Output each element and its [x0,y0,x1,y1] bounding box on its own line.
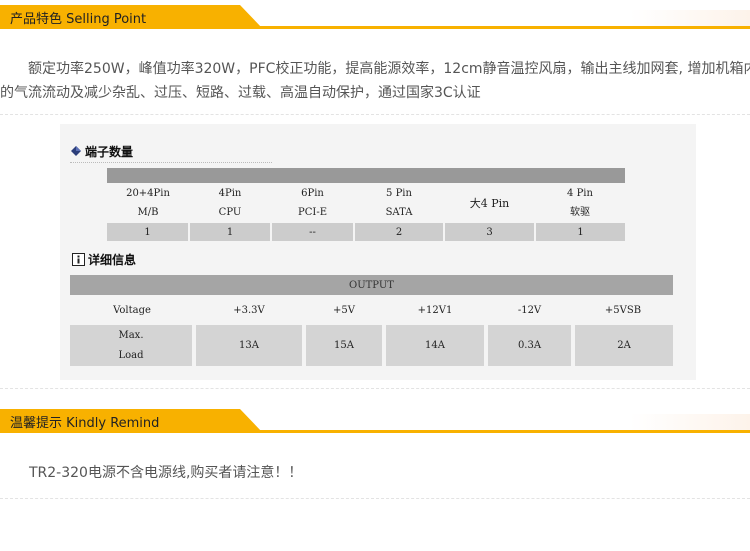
load-label: Max. Load [70,325,194,366]
connector-header: 5 Pin SATA [354,183,444,223]
load-value: 2A [571,325,673,366]
connectors-table: 20+4Pin M/B 4Pin CPU 6Pin PCI-E 5 Pin SATA 大… [107,168,625,241]
connector-header: 6Pin PCI-E [271,183,354,223]
section-title: 产品特色 Selling Point [10,12,147,27]
connector-count: 1 [107,223,189,241]
connector-header: 大4 Pin [444,183,535,223]
load-value: 13A [192,325,304,366]
divider [0,388,750,389]
connectors-title: 端子数量 [85,145,134,159]
voltage-value: -12V [486,295,573,325]
description-line-2: 的气流流动及减少杂乱、过压、短路、过载、高温自动保护，通过国家3C认证 [0,85,481,101]
connector-count: -- [270,223,354,241]
load-value: 0.3A [484,325,573,366]
info-icon [72,252,85,269]
connector-header: 20+4Pin M/B [107,183,189,223]
connector-count: 2 [353,223,444,241]
load-value: 15A [302,325,384,366]
output-table: OUTPUT Voltage +3.3V +5V +12V1 -12V +5VS… [70,275,673,366]
heading-underline [70,162,272,163]
load-value: 14A [382,325,486,366]
connector-header: 4Pin CPU [189,183,271,223]
description-line-1: 额定功率250W，峰值功率320W，PFC校正功能，提高能源效率，12cm静音温… [28,61,750,77]
voltage-value: +5V [304,295,384,325]
connector-count: 3 [443,223,535,241]
voltage-value: +3.3V [194,295,304,325]
section-header-selling-point: 产品特色 Selling Point [0,0,750,30]
connector-header: 4 Pin 软驱 [535,183,625,223]
divider [0,498,750,499]
table-bar [107,168,625,183]
details-title: 详细信息 [88,253,137,267]
voltage-value: +5VSB [573,295,673,325]
diamond-icon [70,145,82,160]
divider [0,114,750,115]
connector-count: 1 [188,223,271,241]
connector-count: 1 [534,223,625,241]
voltage-value: +12V1 [384,295,486,325]
section-header-kindly-remind: 温馨提示 Kindly Remind [0,404,750,434]
description-paragraph: 额定功率250W，峰值功率320W，PFC校正功能，提高能源效率，12cm静音温… [0,57,750,105]
section-fade [630,414,750,430]
connectors-heading: 端子数量 [70,143,133,160]
section-title: 温馨提示 Kindly Remind [10,416,160,431]
voltage-label: Voltage [70,295,194,325]
reminder-text: TR2-320电源不含电源线,购买者请注意！！ [29,461,729,485]
reminder-line: TR2-320电源不含电源线,购买者请注意！！ [29,465,303,481]
section-fade [630,10,750,26]
details-heading: 详细信息 [72,251,136,269]
output-header: OUTPUT [70,275,673,295]
